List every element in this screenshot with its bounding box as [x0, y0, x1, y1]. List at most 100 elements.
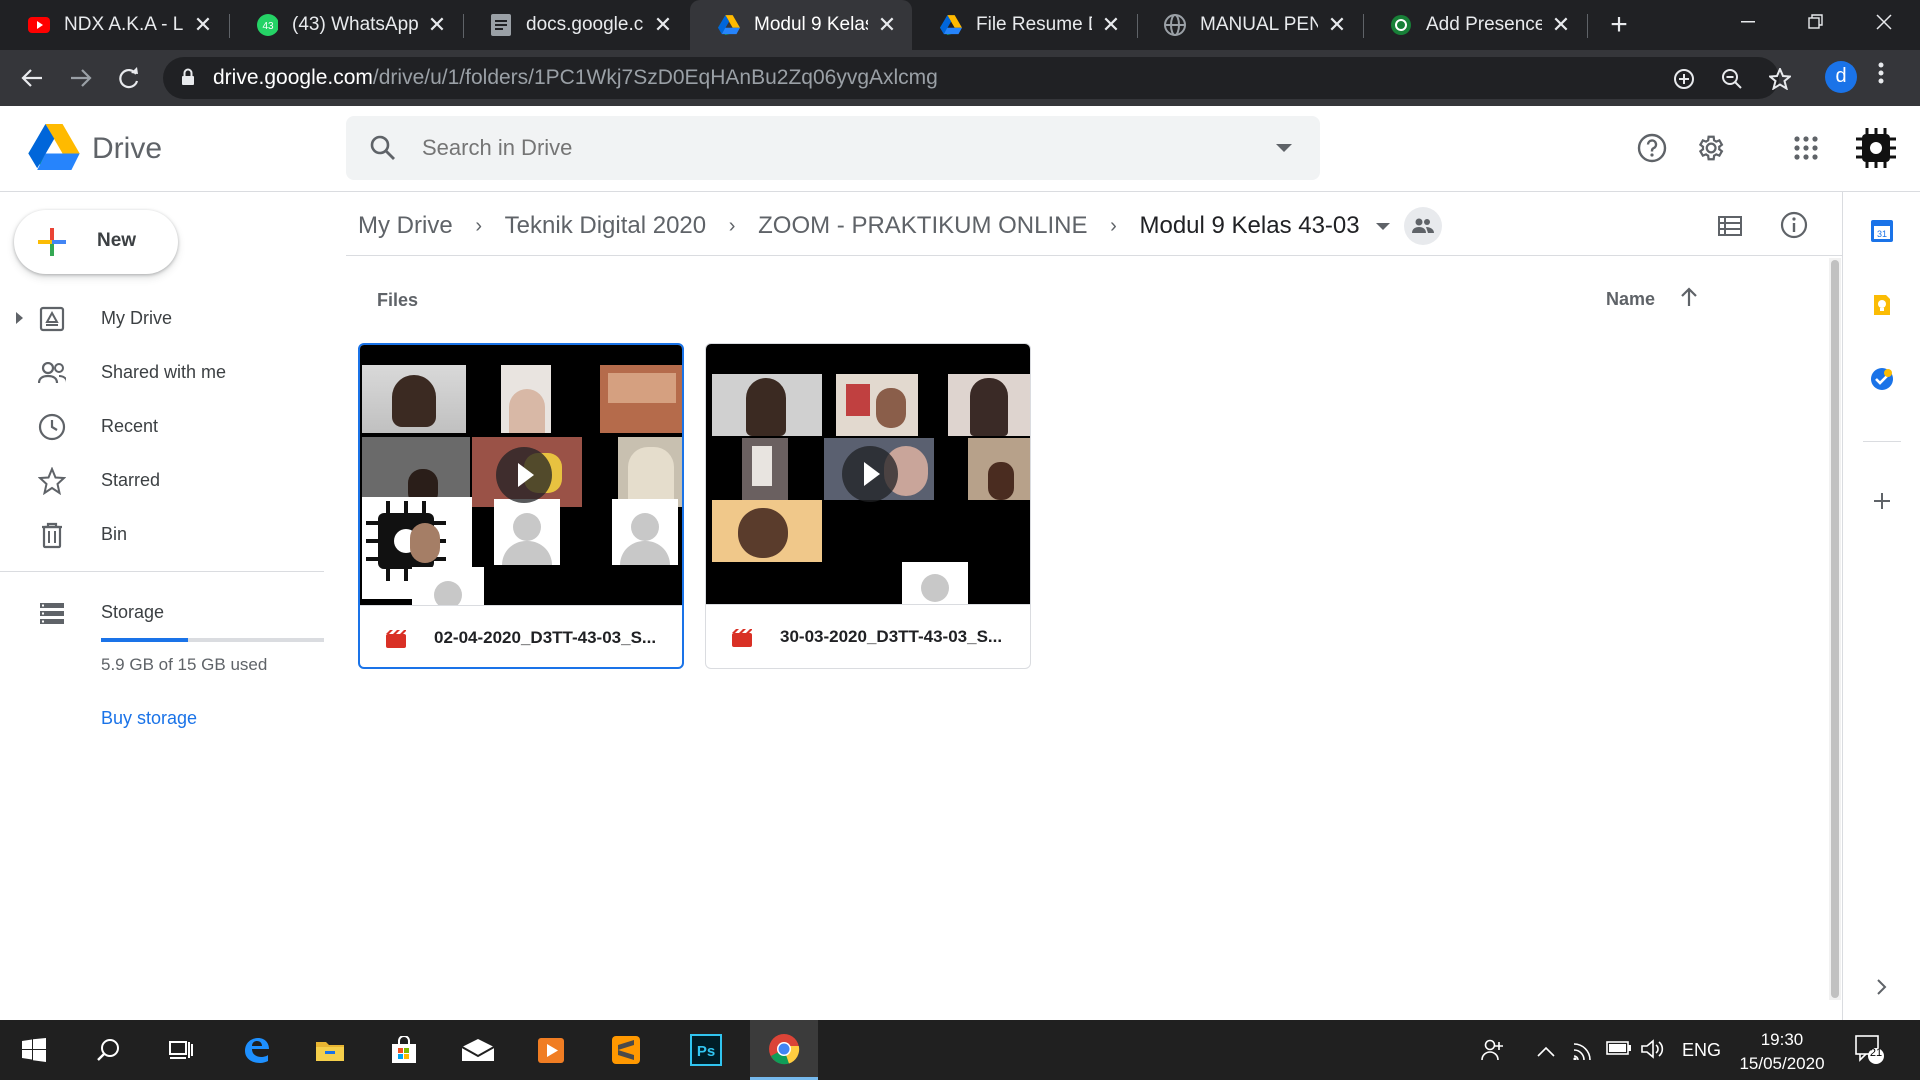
- app-name[interactable]: Drive: [92, 132, 162, 166]
- store-icon[interactable]: [374, 1020, 434, 1080]
- play-icon[interactable]: [496, 447, 552, 503]
- mail-icon[interactable]: [448, 1020, 508, 1080]
- action-center-icon[interactable]: 21: [1854, 1034, 1884, 1069]
- close-tab-icon[interactable]: ✕: [1100, 14, 1122, 36]
- sidebar-divider: [0, 571, 324, 572]
- tab-docs[interactable]: docs.google.com ✕: [462, 0, 688, 50]
- apps-grid-icon[interactable]: [1786, 128, 1826, 168]
- close-tab-icon[interactable]: ✕: [876, 14, 898, 36]
- media-player-icon[interactable]: [522, 1020, 582, 1080]
- start-windows-icon[interactable]: [4, 1020, 64, 1080]
- info-icon[interactable]: [1774, 205, 1814, 245]
- chrome-taskbar-icon[interactable]: [750, 1020, 818, 1080]
- close-window-button[interactable]: [1852, 0, 1916, 44]
- new-button[interactable]: New: [14, 210, 178, 274]
- account-avatar-icon[interactable]: [1854, 126, 1898, 170]
- file-card[interactable]: 30-03-2020_D3TT-43-03_S...: [705, 343, 1031, 669]
- tab-title: Add Presence | S: [1426, 14, 1542, 35]
- profile-avatar[interactable]: d: [1825, 61, 1857, 93]
- folder-menu-caret-icon[interactable]: [1375, 222, 1390, 230]
- address-bar[interactable]: drive.google.com/drive/u/1/folders/1PC1W…: [163, 57, 1791, 99]
- language-indicator[interactable]: ENG: [1682, 1040, 1721, 1061]
- video-tile: [836, 374, 918, 436]
- sidebar-item-recent[interactable]: Recent: [0, 401, 324, 451]
- tasks-icon[interactable]: [1867, 364, 1897, 394]
- close-tab-icon[interactable]: ✕: [1326, 14, 1348, 36]
- show-hidden-icons-chevron-icon[interactable]: [1536, 1042, 1556, 1063]
- close-tab-icon[interactable]: ✕: [192, 14, 214, 36]
- clock[interactable]: 19:30 15/05/2020: [1730, 1028, 1834, 1076]
- docs-icon: [490, 14, 512, 36]
- play-icon[interactable]: [842, 446, 898, 502]
- scrollbar-thumb[interactable]: [1831, 260, 1839, 998]
- sort-by-name[interactable]: Name: [1606, 289, 1655, 310]
- tab-whatsapp[interactable]: 43 (43) WhatsApp ✕: [228, 0, 462, 50]
- storage-used-text: 5.9 GB of 15 GB used: [101, 655, 268, 674]
- calendar-icon[interactable]: 31: [1867, 216, 1897, 246]
- drive-logo-icon[interactable]: [28, 124, 80, 175]
- video-tile: [501, 365, 551, 433]
- sidebar-item-storage[interactable]: Storage: [0, 587, 324, 637]
- buy-storage-link[interactable]: Buy storage: [101, 708, 197, 729]
- close-tab-icon[interactable]: ✕: [1550, 14, 1572, 36]
- sort-direction-arrow-icon[interactable]: [1678, 286, 1700, 313]
- tab-youtube[interactable]: NDX A.K.A - LILA ✕: [0, 0, 228, 50]
- breadcrumb-item[interactable]: ZOOM - PRAKTIKUM ONLINE: [746, 212, 1099, 240]
- tab-modul-9[interactable]: Modul 9 Kelas 43 ✕: [690, 0, 912, 50]
- sidebar-item-my-drive[interactable]: My Drive: [0, 293, 324, 343]
- chrome-menu-icon[interactable]: [1878, 62, 1884, 91]
- new-tab-button[interactable]: +: [1604, 8, 1634, 42]
- edge-icon[interactable]: [226, 1020, 286, 1080]
- screen: NDX A.K.A - LILA ✕ 43 (43) WhatsApp ✕ do…: [0, 0, 1920, 1080]
- people-icon[interactable]: [1480, 1038, 1504, 1067]
- sidebar-item-shared[interactable]: Shared with me: [0, 347, 324, 397]
- volume-icon[interactable]: [1640, 1038, 1666, 1065]
- settings-gear-icon[interactable]: [1690, 128, 1730, 168]
- reload-button[interactable]: [109, 58, 149, 98]
- tab-title: docs.google.com: [526, 14, 644, 35]
- sublime-text-icon[interactable]: [596, 1020, 656, 1080]
- add-addon-icon[interactable]: [1867, 486, 1897, 516]
- bookmark-star-icon[interactable]: [1767, 66, 1793, 92]
- task-view-icon[interactable]: [150, 1020, 210, 1080]
- file-name: 02-04-2020_D3TT-43-03_S...: [434, 628, 657, 647]
- sidebar-item-starred[interactable]: Starred: [0, 455, 324, 505]
- expand-arrow-icon[interactable]: [16, 312, 23, 324]
- close-tab-icon[interactable]: ✕: [426, 14, 448, 36]
- install-app-icon[interactable]: [1671, 66, 1697, 92]
- breadcrumb-item[interactable]: My Drive: [346, 212, 465, 240]
- back-button[interactable]: [12, 58, 52, 98]
- search-icon[interactable]: [78, 1020, 138, 1080]
- sidebar-item-bin[interactable]: Bin: [0, 509, 324, 559]
- search-icon[interactable]: [370, 135, 396, 166]
- forward-button[interactable]: [61, 58, 101, 98]
- storage-bar: [101, 638, 324, 642]
- battery-icon[interactable]: [1606, 1040, 1632, 1061]
- tab-add-presence[interactable]: Add Presence | S ✕: [1362, 0, 1586, 50]
- tab-manual[interactable]: MANUAL PENGGUNAAN ✕: [1136, 0, 1362, 50]
- video-tile: [712, 500, 822, 562]
- collapse-panel-icon[interactable]: [1867, 972, 1897, 1002]
- file-card[interactable]: 02-04-2020_D3TT-43-03_S...: [358, 343, 684, 669]
- breadcrumb-item[interactable]: Teknik Digital 2020: [493, 212, 718, 240]
- file-explorer-icon[interactable]: [300, 1020, 360, 1080]
- list-view-icon[interactable]: [1710, 206, 1750, 246]
- search-box[interactable]: [346, 116, 1320, 180]
- breadcrumb-current[interactable]: Modul 9 Kelas 43-03: [1127, 212, 1371, 240]
- search-input[interactable]: [422, 128, 1242, 168]
- restore-button[interactable]: [1784, 0, 1848, 44]
- new-button-label: New: [97, 230, 137, 251]
- tab-file-resume[interactable]: File Resume D3TT ✕: [912, 0, 1136, 50]
- keep-icon[interactable]: [1867, 290, 1897, 320]
- lock-icon[interactable]: [181, 68, 195, 91]
- video-tile: [494, 499, 560, 565]
- wifi-icon[interactable]: [1572, 1038, 1596, 1065]
- help-icon[interactable]: [1632, 128, 1672, 168]
- photoshop-icon[interactable]: Ps: [676, 1020, 736, 1080]
- shared-folder-icon[interactable]: [1403, 207, 1442, 245]
- zoom-icon[interactable]: [1719, 66, 1745, 92]
- close-tab-icon[interactable]: ✕: [652, 14, 674, 36]
- video-thumbnail: [360, 345, 682, 605]
- minimize-button[interactable]: [1716, 0, 1780, 44]
- search-options-icon[interactable]: [1276, 144, 1292, 152]
